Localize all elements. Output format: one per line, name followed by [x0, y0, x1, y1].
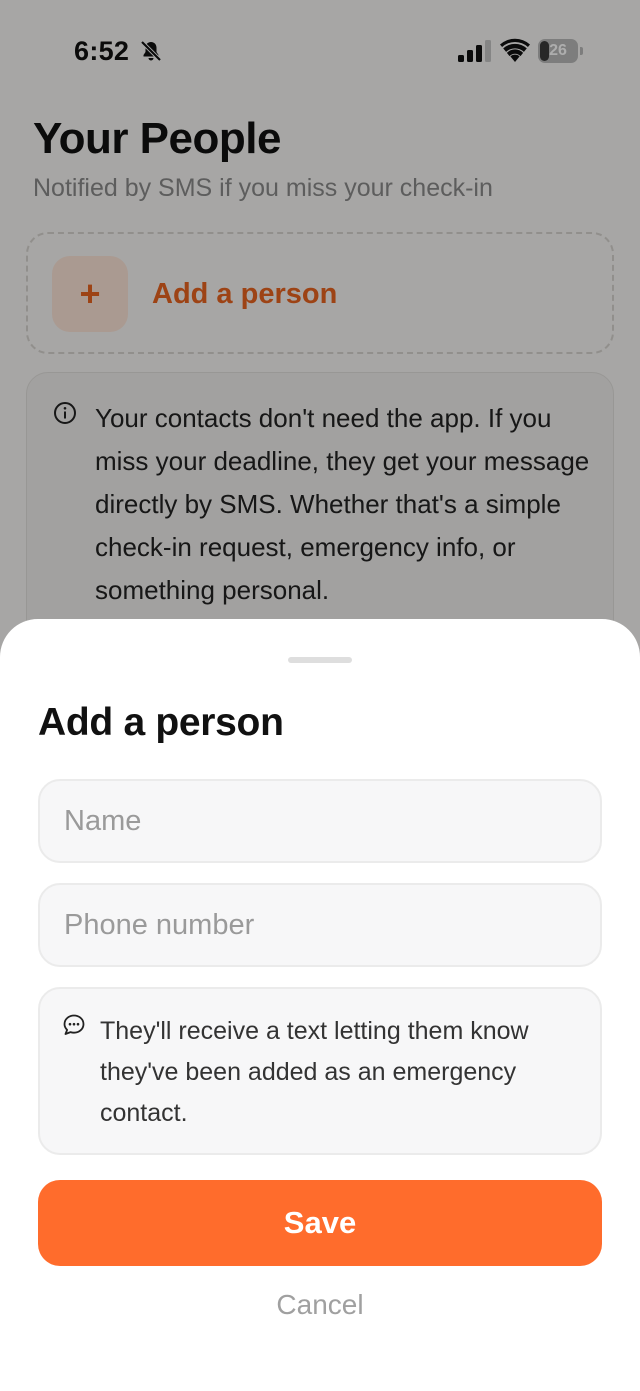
phone-number-input[interactable]	[38, 883, 602, 967]
chat-bubble-icon	[63, 1014, 85, 1035]
sheet-grabber-handle[interactable]	[288, 657, 352, 663]
save-button[interactable]: Save	[38, 1180, 602, 1266]
sheet-title: Add a person	[38, 701, 284, 744]
name-input[interactable]	[38, 779, 602, 863]
sms-notice-card: They'll receive a text letting them know…	[38, 987, 602, 1155]
sms-notice-text: They'll receive a text letting them know…	[100, 1017, 529, 1127]
cancel-button[interactable]: Cancel	[0, 1283, 640, 1327]
add-person-sheet: Add a person They'll receive a text lett…	[0, 619, 640, 1391]
